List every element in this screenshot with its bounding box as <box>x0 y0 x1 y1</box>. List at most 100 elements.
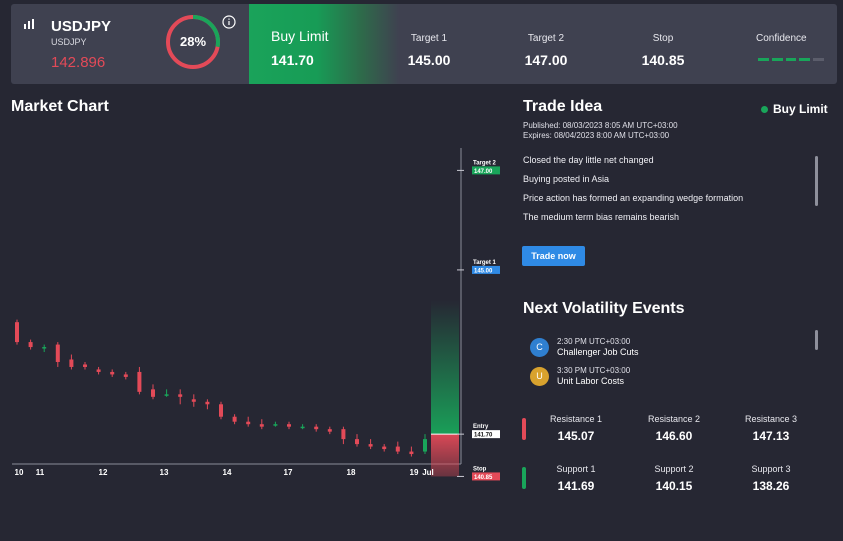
support-value: 138.26 <box>752 479 790 493</box>
event-name: Challenger Job Cuts <box>557 347 639 357</box>
annotation-value: 145.00 <box>474 268 493 274</box>
summary-bar: USDJPY USDJPY 142.896 28% Buy Limit 141.… <box>11 4 837 84</box>
current-price: 142.896 <box>51 54 106 71</box>
target2-label: Target 2 <box>527 33 565 44</box>
candle-body <box>137 371 142 392</box>
annotation-value: 140.85 <box>474 475 493 481</box>
support-level: Support 2 140.15 <box>629 464 719 493</box>
candle-body <box>178 394 183 397</box>
target1-value: 145.00 <box>407 52 451 68</box>
gauge-percent: 28% <box>179 34 207 49</box>
annotation-value: 147.00 <box>474 169 493 175</box>
x-tick-label: 13 <box>160 468 169 477</box>
candle-body <box>327 429 332 432</box>
support-value: 140.15 <box>655 479 693 493</box>
candle-body <box>300 426 305 429</box>
event-name: Unit Labor Costs <box>557 376 625 386</box>
candle-body <box>55 344 60 362</box>
support-label: Support 3 <box>751 464 791 474</box>
annotation-value: 141.70 <box>474 433 493 439</box>
candle-body <box>151 389 155 397</box>
volatility-event[interactable]: U 3:30 PM UTC+03:00 Unit Labor Costs <box>530 366 630 386</box>
candle-body <box>219 404 223 417</box>
volatility-scrollbar[interactable] <box>815 330 818 350</box>
trade-now-button[interactable]: Trade now <box>522 246 585 266</box>
confidence-segment <box>813 58 824 61</box>
candle-body <box>123 374 128 377</box>
trade-point: Buying posted in Asia <box>523 174 610 184</box>
event-badge-icon: U <box>530 366 549 386</box>
trade-point: The medium term bias remains bearish <box>523 212 680 222</box>
candle-body <box>287 424 291 427</box>
trade-point: Price action has formed an expanding wed… <box>523 193 744 203</box>
target1-label: Target 1 <box>410 33 448 44</box>
stop-label: Stop <box>652 33 674 44</box>
expires-date: Expires: 08/04/2023 8:00 AM UTC+03:00 <box>523 131 670 140</box>
candle-body <box>246 421 251 425</box>
resistance-value: 147.13 <box>752 429 790 443</box>
candle-body <box>368 444 373 447</box>
support-marker <box>522 467 526 489</box>
x-tick-label: Jul <box>422 468 434 477</box>
support-value: 141.69 <box>557 479 595 493</box>
market-chart-title: Market Chart <box>11 98 109 115</box>
x-tick-label: 17 <box>284 468 293 477</box>
stop-value: 140.85 <box>641 52 685 68</box>
volatility-event[interactable]: C 2:30 PM UTC+03:00 Challenger Job Cuts <box>530 337 639 357</box>
candle-body <box>191 399 196 402</box>
candle-body <box>409 451 414 455</box>
candle-body <box>314 426 319 430</box>
confidence-segment <box>799 58 811 61</box>
resistance-level: Resistance 1 145.07 <box>531 414 621 443</box>
candle-body <box>205 401 210 405</box>
info-icon[interactable] <box>222 15 236 29</box>
resistance-value: 146.60 <box>655 429 693 443</box>
candle-body <box>259 424 264 427</box>
x-tick-label: 19 <box>410 468 419 477</box>
support-label: Support 2 <box>654 464 694 474</box>
candle-body <box>341 429 346 440</box>
resistance-marker <box>522 418 526 440</box>
candle-body <box>273 424 278 426</box>
stop-stat: Stop 140.85 <box>608 4 718 84</box>
event-badge-icon: C <box>530 337 549 357</box>
candle-body <box>28 342 33 348</box>
support-level: Support 3 138.26 <box>726 464 816 493</box>
annotation-label: Target 2 <box>473 160 497 166</box>
x-tick-label: 18 <box>347 468 356 477</box>
x-tick-label: 11 <box>36 468 45 477</box>
volatility-title: Next Volatility Events <box>523 300 685 317</box>
trade-point: Closed the day little net changed <box>523 155 654 165</box>
resistance-level: Resistance 3 147.13 <box>726 414 816 443</box>
candle-body <box>395 446 400 452</box>
profit-zone <box>431 299 459 435</box>
symbol-name: USDJPY <box>51 18 112 35</box>
x-tick-label: 10 <box>15 468 24 477</box>
support-level: Support 1 141.69 <box>531 464 621 493</box>
trade-idea-title: Trade Idea <box>523 98 603 115</box>
support-label: Support 1 <box>556 464 596 474</box>
confidence-meter <box>758 58 824 61</box>
trade-idea-scrollbar[interactable] <box>815 156 818 206</box>
candle-body <box>355 439 359 445</box>
annotation-label: Target 1 <box>473 260 497 266</box>
symbol-subtitle: USDJPY <box>51 37 87 47</box>
trade-idea-badge-label: Buy Limit <box>773 102 828 116</box>
target2-stat: Target 2 147.00 <box>491 4 601 84</box>
x-tick-label: 12 <box>99 468 108 477</box>
market-chart[interactable]: Target 2 147.00 Target 1 145.00 Entry 141.70 S… <box>0 140 500 485</box>
x-tick-label: 14 <box>223 468 232 477</box>
signal-entry-price: 141.70 <box>271 52 314 68</box>
event-time: 2:30 PM UTC+03:00 <box>557 337 631 346</box>
chart-bars-icon <box>24 19 34 29</box>
confidence-label: Confidence <box>756 33 807 44</box>
resistance-value: 145.07 <box>557 429 595 443</box>
candle-body <box>15 322 19 343</box>
annotation-label: Entry <box>473 424 489 430</box>
confidence-segment <box>771 58 783 61</box>
candle-body <box>69 359 74 367</box>
candle-body <box>382 446 387 450</box>
target1-stat: Target 1 145.00 <box>374 4 484 84</box>
event-time: 3:30 PM UTC+03:00 <box>557 366 631 375</box>
trade-idea-badge: Buy Limit <box>761 102 828 116</box>
